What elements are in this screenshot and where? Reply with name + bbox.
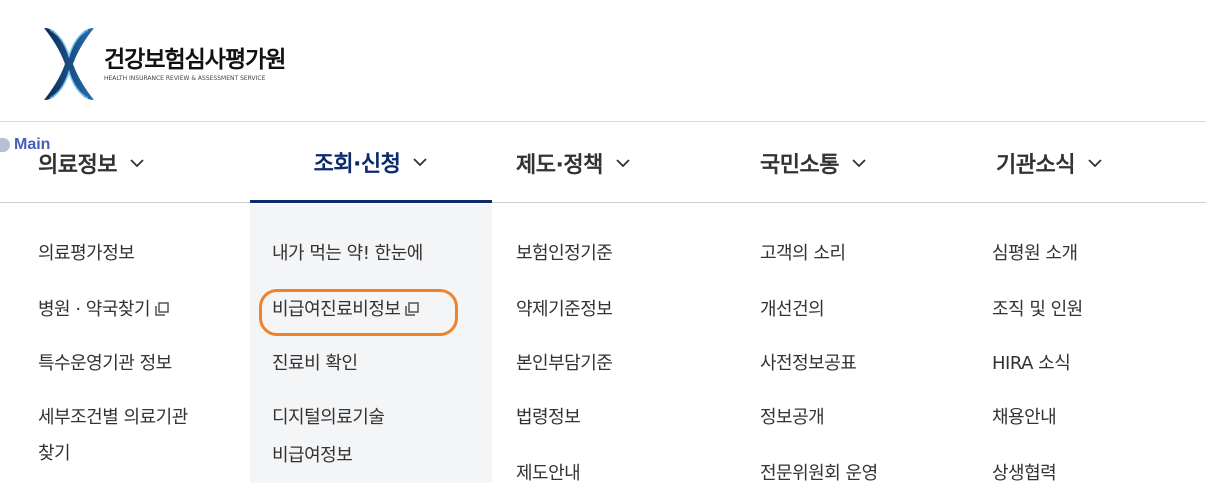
nav-item-system-policy[interactable]: 제도·정책 xyxy=(516,123,631,203)
nav-item-label: 기관소식 xyxy=(996,153,1075,178)
submenu-item-label: 의료평가정보 xyxy=(38,243,135,264)
submenu-col-system-policy: 보험인정기준 약제기준정보 본인부담기준 법령정보 제도안내 xyxy=(516,204,736,483)
chevron-down-icon xyxy=(1088,159,1102,168)
submenu-item[interactable]: 심평원 소개 xyxy=(992,236,1078,272)
nav-item-medical-info[interactable]: 의료정보 xyxy=(38,123,145,203)
submenu-col-public-communication: 고객의 소리 개선건의 사전정보공표 정보공개 전문위원회 운영 xyxy=(760,204,980,483)
skip-to-main-link[interactable]: Main xyxy=(0,136,50,154)
submenu-item-non-covered-fee-info[interactable]: 비급여진료비정보 xyxy=(272,292,420,328)
nav-item-label: 조회·신청 xyxy=(313,151,401,177)
submenu-item-label: 전문위원회 운영 xyxy=(760,463,878,483)
submenu-item-label: 병원 · 약국찾기 xyxy=(38,299,151,320)
submenu-item-label: 채용안내 xyxy=(992,407,1057,428)
submenu-item-label: 비급여정보 xyxy=(272,445,353,466)
submenu-item[interactable]: 사전정보공표 xyxy=(760,346,857,382)
submenu-item-label: 심평원 소개 xyxy=(992,243,1078,264)
site-header: 건강보험심사평가원 HEALTH INSURANCE REVIEW & ASSE… xyxy=(0,0,1206,122)
submenu-item[interactable]: 세부조건별 의료기관 xyxy=(38,400,188,436)
submenu-item[interactable]: 조직 및 인원 xyxy=(992,292,1083,328)
site-logo[interactable]: 건강보험심사평가원 HEALTH INSURANCE REVIEW & ASSE… xyxy=(42,26,286,102)
submenu-item[interactable]: 고객의 소리 xyxy=(760,236,846,272)
submenu-item[interactable]: 의료평가정보 xyxy=(38,236,135,272)
submenu-col-inquiry-application: 내가 먹는 약! 한눈에 비급여진료비정보 진료비 확인 디지털의료기술 비급여… xyxy=(250,204,492,483)
submenu-item-label: 개선건의 xyxy=(760,299,825,320)
submenu-item-label: 비급여진료비정보 xyxy=(272,299,401,320)
submenu-item[interactable]: 상생협력 xyxy=(992,456,1057,483)
logo-korean-name: 건강보험심사평가원 xyxy=(104,46,286,73)
submenu-item-label: 고객의 소리 xyxy=(760,243,846,264)
skip-link-marker xyxy=(0,138,10,152)
submenu-item[interactable]: 병원 · 약국찾기 xyxy=(38,292,170,328)
submenu-panel: 의료평가정보 병원 · 약국찾기 특수운영기관 정보 세부조건별 의료기관 찾기… xyxy=(0,204,1206,483)
submenu-item[interactable]: 보험인정기준 xyxy=(516,236,613,272)
submenu-item-label: 내가 먹는 약! 한눈에 xyxy=(272,243,423,264)
hira-logo-icon xyxy=(44,28,94,100)
submenu-item-label: 진료비 확인 xyxy=(272,353,358,374)
skip-link-label: Main xyxy=(14,136,51,153)
new-window-icon xyxy=(405,302,420,316)
chevron-down-icon xyxy=(852,159,866,168)
submenu-item-label: 법령정보 xyxy=(516,407,581,428)
submenu-item[interactable]: 정보공개 xyxy=(760,400,825,436)
submenu-item-label: 약제기준정보 xyxy=(516,299,613,320)
submenu-item[interactable]: 내가 먹는 약! 한눈에 xyxy=(272,236,423,272)
submenu-item[interactable]: 진료비 확인 xyxy=(272,346,358,382)
submenu-item[interactable]: 본인부담기준 xyxy=(516,346,613,382)
chevron-down-icon xyxy=(616,159,630,168)
submenu-item[interactable]: 법령정보 xyxy=(516,400,581,436)
nav-item-public-communication[interactable]: 국민소통 xyxy=(760,123,867,203)
submenu-item[interactable]: 개선건의 xyxy=(760,292,825,328)
submenu-item-label: 보험인정기준 xyxy=(516,243,613,264)
submenu-item[interactable]: 채용안내 xyxy=(992,400,1057,436)
new-window-icon xyxy=(155,302,169,316)
submenu-item[interactable]: 찾기 xyxy=(38,436,71,472)
submenu-item-label: HIRA 소식 xyxy=(992,353,1071,374)
logo-english-name: HEALTH INSURANCE REVIEW & ASSESSMENT SER… xyxy=(104,74,266,82)
chevron-down-icon xyxy=(413,157,428,166)
main-navigation: 의료정보 조회·신청 제도·정책 국민소통 기관소식 xyxy=(0,123,1206,203)
submenu-item[interactable]: 약제기준정보 xyxy=(516,292,613,328)
submenu-item-label: 찾기 xyxy=(38,443,71,464)
submenu-item[interactable]: HIRA 소식 xyxy=(992,346,1071,382)
nav-item-agency-news[interactable]: 기관소식 xyxy=(996,123,1103,203)
chevron-down-icon xyxy=(130,159,144,168)
submenu-item-label: 본인부담기준 xyxy=(516,353,613,374)
submenu-item-label: 상생협력 xyxy=(992,463,1057,483)
submenu-item[interactable]: 전문위원회 운영 xyxy=(760,456,878,483)
submenu-item-label: 디지털의료기술 xyxy=(272,407,385,428)
submenu-item-label: 조직 및 인원 xyxy=(992,299,1083,320)
submenu-item[interactable]: 제도안내 xyxy=(516,456,581,483)
submenu-item[interactable]: 특수운영기관 정보 xyxy=(38,346,172,382)
submenu-col-agency-news: 심평원 소개 조직 및 인원 HIRA 소식 채용안내 상생협력 xyxy=(992,204,1192,483)
nav-item-label: 제도·정책 xyxy=(516,153,603,178)
submenu-item[interactable]: 비급여정보 xyxy=(272,438,353,474)
submenu-item-label: 특수운영기관 정보 xyxy=(38,353,172,374)
nav-item-inquiry-application[interactable]: 조회·신청 xyxy=(250,123,492,203)
submenu-item[interactable]: 디지털의료기술 xyxy=(272,400,385,436)
nav-item-label: 국민소통 xyxy=(760,153,839,178)
submenu-item-label: 제도안내 xyxy=(516,463,581,483)
logo-text: 건강보험심사평가원 HEALTH INSURANCE REVIEW & ASSE… xyxy=(104,46,286,82)
submenu-item-label: 사전정보공표 xyxy=(760,353,857,374)
submenu-item-label: 세부조건별 의료기관 xyxy=(38,407,188,428)
submenu-col-medical-info: 의료평가정보 병원 · 약국찾기 특수운영기관 정보 세부조건별 의료기관 찾기 xyxy=(38,204,238,483)
submenu-item-label: 정보공개 xyxy=(760,407,825,428)
